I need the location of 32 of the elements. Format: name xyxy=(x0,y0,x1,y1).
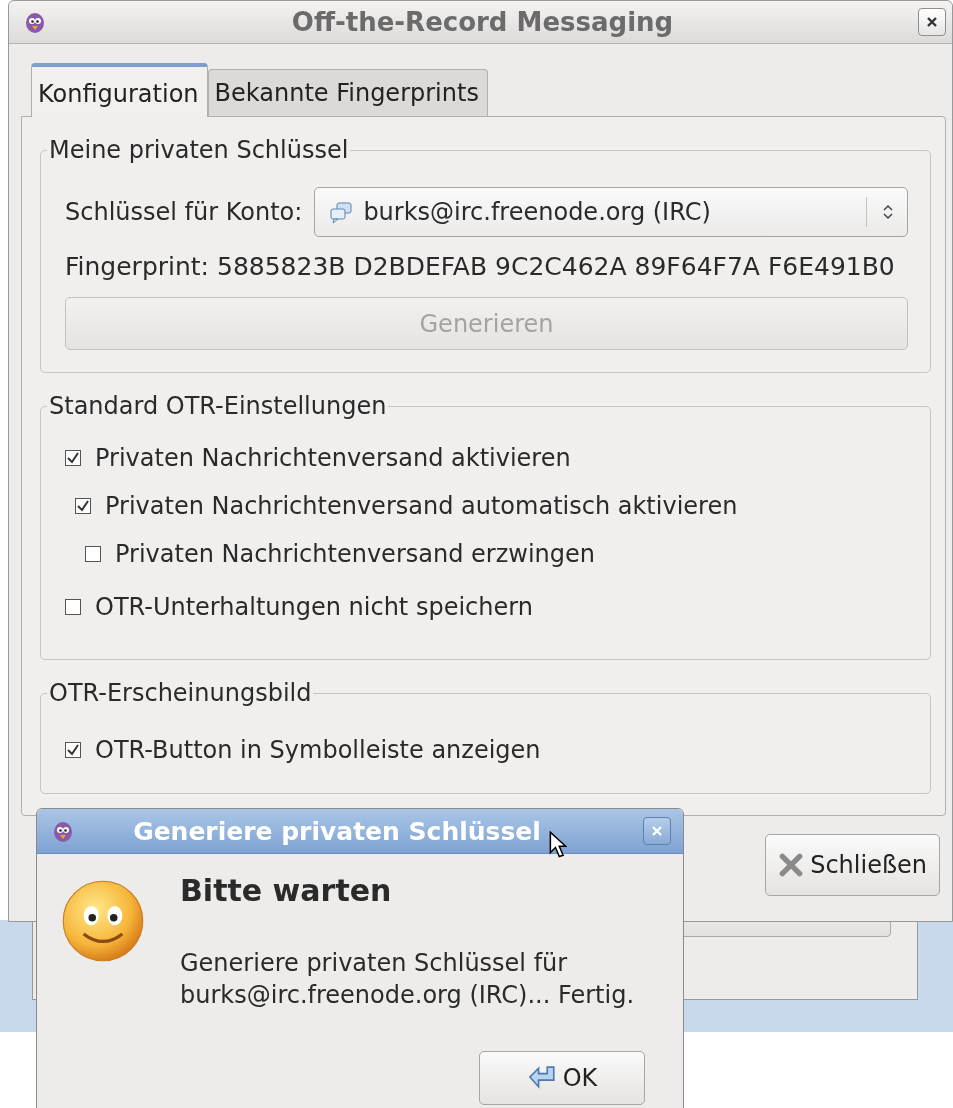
close-button[interactable]: Schließen xyxy=(765,834,940,896)
fingerprint-text: Fingerprint: 5885823B D2BDEFAB 9C2C462A 89F64F7A F6E491B0 xyxy=(65,251,896,283)
close-button[interactable] xyxy=(918,8,946,36)
checkbox-option[interactable]: Privaten Nachrichtenversand aktivieren xyxy=(65,434,908,482)
bird-icon xyxy=(51,819,75,843)
checkbox-option[interactable]: Privaten Nachrichtenversand automatisch aktivieren xyxy=(75,482,908,530)
spinner-arrows-icon xyxy=(883,204,893,220)
account-dropdown[interactable]: burks@irc.freenode.org (IRC) xyxy=(314,187,908,237)
close-icon xyxy=(651,825,663,837)
dialog-message: Generiere privaten Schlüssel für burks@irc.freenode.org (IRC)... Fertig. xyxy=(180,948,635,1011)
group-title: Standard OTR-Einstellungen xyxy=(48,391,388,421)
ok-button[interactable]: OK xyxy=(479,1051,645,1105)
checkbox-option[interactable]: OTR-Button in Symbolleiste anzeigen xyxy=(65,726,908,774)
dialog-title: Generiere privaten Schlüssel xyxy=(133,816,541,846)
window-title: Off-the-Record Messaging xyxy=(290,7,675,37)
dialog-heading: Bitte warten xyxy=(180,872,393,910)
checkmark-icon xyxy=(66,743,80,757)
tab[interactable]: Konfiguration xyxy=(31,63,208,117)
smiley-icon xyxy=(60,878,146,964)
chat-icon xyxy=(329,200,354,224)
checkmark-icon xyxy=(76,499,90,513)
group-title: OTR-Erscheinungsbild xyxy=(48,678,313,708)
close-icon xyxy=(778,852,805,878)
group-title: Meine privaten Schlüssel xyxy=(48,135,350,165)
cursor-icon xyxy=(549,831,567,859)
close-icon xyxy=(926,16,938,28)
tab[interactable]: Bekannte Fingerprints xyxy=(207,69,488,116)
field-label: Schlüssel für Konto: xyxy=(65,198,303,226)
checkbox-option[interactable]: Privaten Nachrichtenversand erzwingen xyxy=(85,530,908,578)
checkbox-option[interactable]: OTR-Unterhaltungen nicht speichern xyxy=(65,583,908,631)
checkmark-icon xyxy=(66,451,80,465)
bird-icon xyxy=(23,10,47,34)
